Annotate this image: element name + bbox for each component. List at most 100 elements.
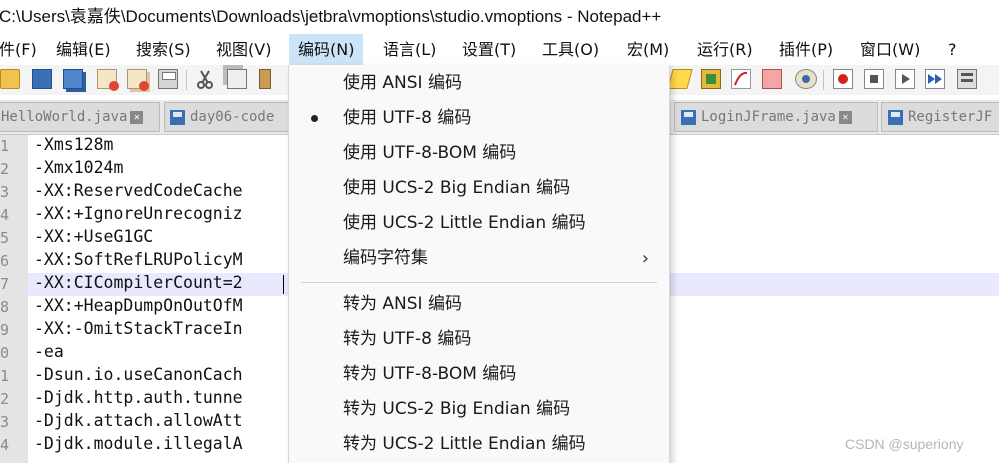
menu-item-use-utf8-bom[interactable]: 使用 UTF-8-BOM 编码 (289, 136, 669, 171)
code-line: -ea (34, 342, 64, 361)
eye-icon[interactable] (795, 69, 817, 89)
menu-encoding[interactable]: 编码(N) (289, 34, 364, 65)
menu-run[interactable]: 运行(R) (697, 34, 753, 65)
run-macro-multiple-icon[interactable] (925, 69, 945, 89)
save-all-icon[interactable] (63, 69, 83, 89)
watermark: CSDN @superiony (845, 436, 964, 452)
code-line: -Djdk.attach.allowAtt (34, 411, 243, 430)
function-list-icon[interactable] (667, 69, 693, 89)
tab-label: HelloWorld.java (1, 109, 128, 125)
line-number: 3 (0, 413, 10, 431)
menu-item-label: 转为 UTF-8 编码 (343, 329, 472, 349)
code-line: -XX:-OmitStackTraceIn (34, 319, 243, 338)
radio-checked-icon (311, 115, 318, 122)
tab-close-icon[interactable]: ✕ (130, 110, 144, 124)
line-number: 3 (0, 183, 10, 201)
menu-separator (301, 282, 657, 283)
save-status-icon (170, 109, 185, 125)
menu-item-label: 使用 UCS-2 Big Endian 编码 (343, 178, 571, 198)
playback-icon[interactable] (895, 69, 915, 89)
menu-item-label: 使用 ANSI 编码 (343, 73, 462, 93)
menu-item-use-utf8[interactable]: 使用 UTF-8 编码 (289, 101, 669, 136)
line-number: 5 (0, 229, 10, 247)
tab-loginjframe[interactable]: LoginJFrame.java ✕ (674, 102, 878, 132)
folder-workspace-icon[interactable] (762, 69, 782, 89)
save-icon[interactable] (32, 69, 52, 89)
line-number: 7 (0, 275, 10, 293)
menu-item-convert-ucs2-be[interactable]: 转为 UCS-2 Big Endian 编码 (289, 392, 669, 427)
menu-item-use-ansi[interactable]: 使用 ANSI 编码 (289, 66, 669, 101)
menu-settings[interactable]: 设置(T) (462, 34, 516, 65)
tab-label: RegisterJF (908, 109, 993, 125)
menu-item-character-sets[interactable]: 编码字符集 › (289, 241, 669, 276)
line-number: 4 (0, 206, 10, 224)
menu-file[interactable]: 件(F) (0, 34, 37, 65)
menu-item-label: 转为 ANSI 编码 (343, 294, 462, 314)
code-line: -Djdk.module.illegalA (34, 434, 243, 453)
line-number: 2 (0, 160, 10, 178)
menu-macro[interactable]: 宏(M) (627, 34, 669, 65)
copy-icon[interactable] (227, 69, 247, 89)
menu-item-label: 使用 UTF-8 编码 (343, 108, 472, 128)
tab-label: LoginJFrame.java (701, 109, 836, 125)
encoding-dropdown-menu: 使用 ANSI 编码 使用 UTF-8 编码 使用 UTF-8-BOM 编码 使… (288, 65, 670, 463)
menu-item-convert-ansi[interactable]: 转为 ANSI 编码 (289, 287, 669, 322)
line-number: 8 (0, 298, 10, 316)
menu-item-convert-ucs2-le[interactable]: 转为 UCS-2 Little Endian 编码 (289, 427, 669, 462)
tab-close-icon[interactable]: ✕ (838, 110, 852, 124)
open-icon[interactable] (0, 69, 20, 89)
document-map-icon[interactable] (701, 69, 721, 89)
menu-edit[interactable]: 编辑(E) (56, 34, 111, 65)
code-line: -XX:ReservedCodeCache (34, 181, 243, 200)
menu-tools[interactable]: 工具(O) (542, 34, 599, 65)
line-number: 1 (0, 137, 10, 155)
code-line: -XX:+HeapDumpOnOutOfM (34, 296, 243, 315)
menu-plugins[interactable]: 插件(P) (779, 34, 833, 65)
close-icon[interactable] (97, 69, 119, 91)
line-number: 2 (0, 390, 10, 408)
save-status-icon (681, 109, 696, 125)
print-icon[interactable] (158, 69, 178, 89)
menu-language[interactable]: 语言(L) (383, 34, 436, 65)
menu-item-use-ucs2-be[interactable]: 使用 UCS-2 Big Endian 编码 (289, 171, 669, 206)
window-title-bar: C:\Users\袁嘉佚\Documents\Downloads\jetbra\… (0, 0, 999, 34)
menu-item-label: 转为 UCS-2 Big Endian 编码 (343, 399, 571, 419)
line-number: 0 (0, 344, 10, 362)
monitoring-icon[interactable] (731, 69, 751, 89)
menu-window[interactable]: 窗口(W) (860, 34, 920, 65)
tab-helloworld[interactable]: HelloWorld.java ✕ (0, 102, 160, 132)
code-line: -Xmx1024m (34, 158, 124, 177)
tab-day06-code[interactable]: day06-code (164, 102, 290, 132)
tab-registerjframe[interactable]: RegisterJF (881, 102, 999, 132)
record-macro-icon[interactable] (833, 69, 853, 89)
close-all-icon[interactable] (127, 69, 149, 91)
code-line: -Djdk.http.auth.tunne (34, 388, 243, 407)
line-number: 9 (0, 321, 10, 339)
line-number: 6 (0, 252, 10, 270)
cut-icon[interactable] (195, 69, 215, 89)
line-number: 1 (0, 367, 10, 385)
code-line-current: -XX:CICompilerCount=2 (34, 273, 243, 292)
menu-item-convert-utf8-bom[interactable]: 转为 UTF-8-BOM 编码 (289, 357, 669, 392)
tab-label: day06-code (190, 109, 275, 125)
window-title: C:\Users\袁嘉佚\Documents\Downloads\jetbra\… (0, 7, 662, 26)
submenu-chevron-right-icon: › (641, 248, 649, 269)
code-line: -XX:SoftRefLRUPolicyM (34, 250, 243, 269)
code-line: -Xms128m (34, 135, 114, 154)
paste-icon[interactable] (259, 69, 271, 89)
menu-item-label: 使用 UTF-8-BOM 编码 (343, 143, 517, 163)
menu-item-label: 编码字符集 (343, 248, 428, 268)
save-status-icon (888, 109, 903, 125)
menu-item-label: 转为 UCS-2 Little Endian 编码 (343, 434, 586, 454)
menu-help[interactable]: ? (948, 34, 957, 65)
stop-record-icon[interactable] (864, 69, 884, 89)
code-line: -XX:+UseG1GC (34, 227, 154, 246)
save-macro-icon[interactable] (957, 69, 977, 89)
line-number: 4 (0, 436, 10, 454)
code-line: -XX:+IgnoreUnrecogniz (34, 204, 243, 223)
menu-search[interactable]: 搜索(S) (136, 34, 191, 65)
menu-item-convert-utf8[interactable]: 转为 UTF-8 编码 (289, 322, 669, 357)
menu-item-use-ucs2-le[interactable]: 使用 UCS-2 Little Endian 编码 (289, 206, 669, 241)
menu-item-label: 转为 UTF-8-BOM 编码 (343, 364, 517, 384)
menu-view[interactable]: 视图(V) (216, 34, 271, 65)
